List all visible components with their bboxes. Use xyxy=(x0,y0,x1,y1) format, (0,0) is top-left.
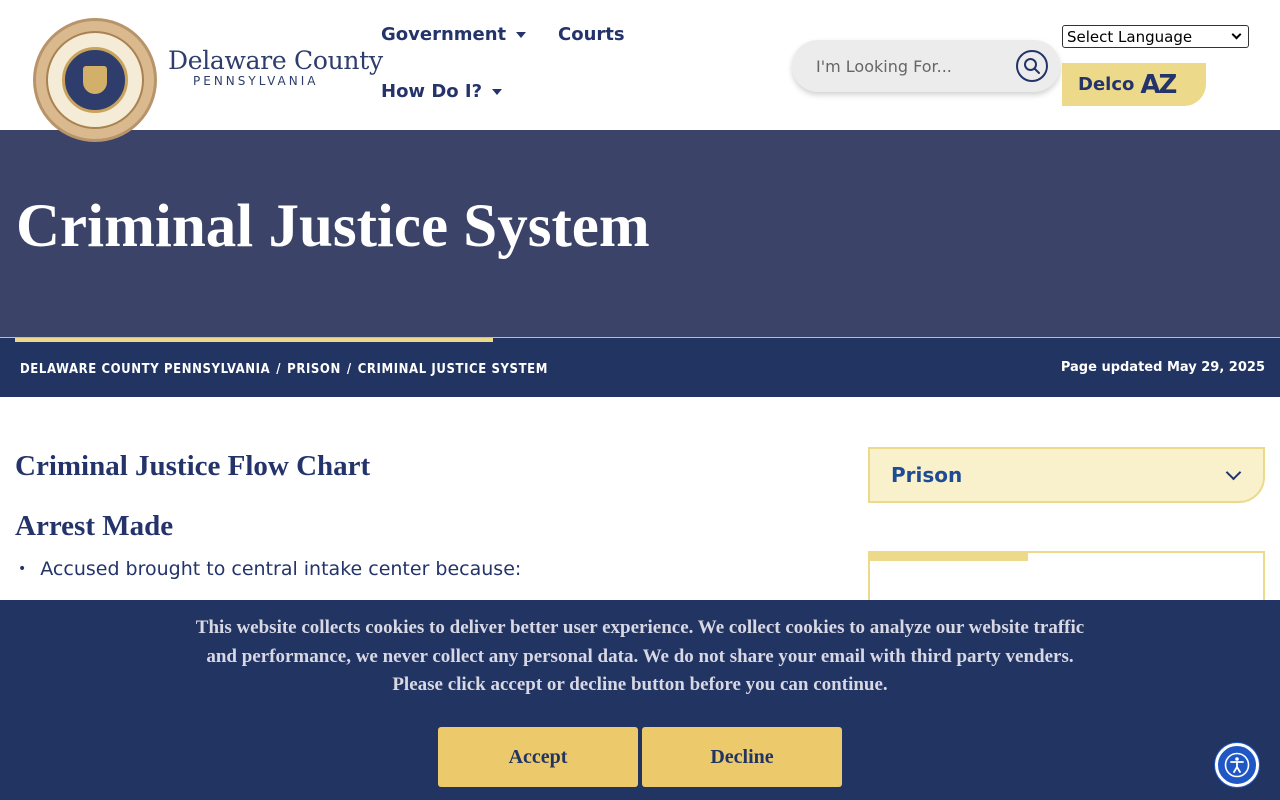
chevron-down-icon xyxy=(1225,464,1242,481)
sidebar-card-accent xyxy=(868,551,1028,561)
sidebar-accordion-prison[interactable]: Prison xyxy=(868,447,1265,503)
search-bar xyxy=(792,40,1060,92)
decline-button[interactable]: Decline xyxy=(642,727,842,787)
list-item-text: Accused brought to central intake center… xyxy=(40,558,522,580)
page-updated-date: Page updated May 29, 2025 xyxy=(1060,360,1265,375)
breadcrumb-current: CRIMINAL JUSTICE SYSTEM xyxy=(357,362,548,377)
chevron-down-icon xyxy=(1231,29,1242,40)
breadcrumb-prison[interactable]: PRISON xyxy=(287,362,341,377)
logo-title[interactable]: Delaware County xyxy=(168,46,383,75)
accessibility-icon xyxy=(1224,752,1250,778)
search-button[interactable] xyxy=(1016,50,1048,82)
search-icon xyxy=(1024,58,1040,74)
list-item: • Accused brought to central intake cent… xyxy=(18,558,521,580)
search-input[interactable] xyxy=(816,54,1006,78)
county-seal-logo[interactable] xyxy=(33,18,157,142)
language-select[interactable]: Select Language xyxy=(1062,25,1249,48)
sidebar-accordion-label: Prison xyxy=(891,463,963,487)
seal-ring xyxy=(46,31,144,129)
caret-down-icon xyxy=(492,88,503,95)
delco-az-button[interactable]: Delco AZ xyxy=(1062,63,1206,106)
cookie-message-line: Please click accept or decline button be… xyxy=(392,674,888,695)
nav-government-label: Government xyxy=(381,24,507,45)
breadcrumb-bar: DELAWARE COUNTY PENNSYLVANIA / PRISON / … xyxy=(0,337,1280,397)
breadcrumb-separator: / xyxy=(276,362,282,377)
delco-az-label: Delco xyxy=(1078,74,1135,95)
cookie-message-line: and performance, we never collect any pe… xyxy=(206,645,1074,667)
nav-courts[interactable]: Courts xyxy=(558,24,625,45)
cookie-banner: This website collects cookies to deliver… xyxy=(0,600,1280,800)
accept-button[interactable]: Accept xyxy=(438,727,638,787)
site-header: Delaware County PENNSYLVANIA Government … xyxy=(0,0,1280,142)
language-select-value: Select Language xyxy=(1067,27,1193,46)
bullet-icon: • xyxy=(18,561,27,577)
nav-how-do-i-label: How Do I? xyxy=(381,81,483,102)
breadcrumb: DELAWARE COUNTY PENNSYLVANIA / PRISON / … xyxy=(20,362,548,377)
hero-banner: Criminal Justice System xyxy=(0,130,1280,337)
breadcrumb-separator: / xyxy=(346,362,352,377)
breadcrumb-accent xyxy=(15,338,493,342)
breadcrumb-home[interactable]: DELAWARE COUNTY PENNSYLVANIA xyxy=(20,362,270,377)
logo-subtitle[interactable]: PENNSYLVANIA xyxy=(193,74,318,88)
nav-government[interactable]: Government xyxy=(381,24,527,45)
cookie-message: This website collects cookies to deliver… xyxy=(190,614,1090,700)
page-title: Criminal Justice System xyxy=(16,193,650,260)
seal-core xyxy=(62,47,128,113)
section-heading: Criminal Justice Flow Chart xyxy=(15,450,371,482)
cookie-message-line: This website collects cookies to deliver… xyxy=(195,617,1085,638)
seal-shield-icon xyxy=(83,66,107,94)
nav-how-do-i[interactable]: How Do I? xyxy=(381,81,503,102)
caret-down-icon xyxy=(516,31,527,38)
accessibility-button[interactable] xyxy=(1215,743,1259,787)
section-subheading: Arrest Made xyxy=(15,510,174,542)
nav-courts-label: Courts xyxy=(558,24,625,45)
az-mark-icon: AZ xyxy=(1140,69,1177,100)
